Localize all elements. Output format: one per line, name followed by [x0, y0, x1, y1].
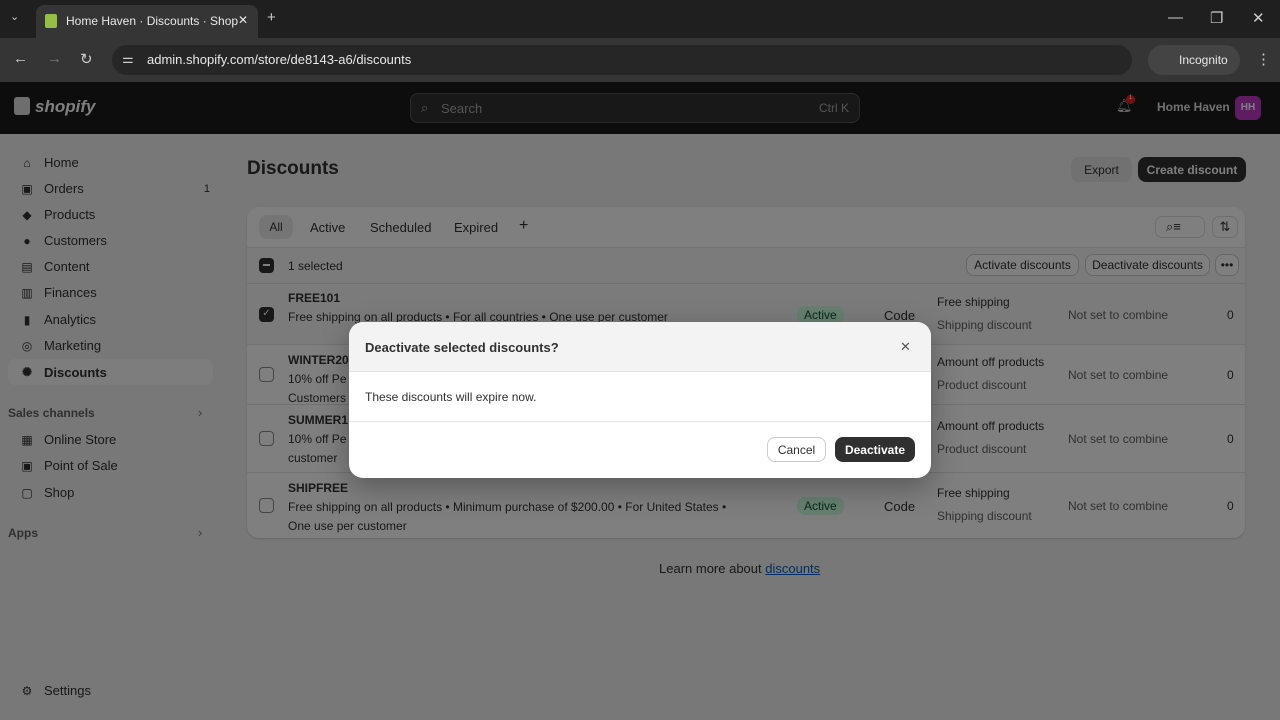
tab-list-icon[interactable]: ⌄ [10, 10, 19, 23]
modal-body: These discounts will expire now. [365, 390, 537, 404]
back-icon[interactable]: ← [13, 50, 28, 67]
cancel-button[interactable]: Cancel [767, 437, 826, 462]
shopify-favicon-icon [45, 14, 57, 28]
deactivate-button[interactable]: Deactivate [835, 437, 915, 462]
menu-icon[interactable]: ⋮ [1256, 50, 1271, 68]
reload-icon[interactable]: ↻ [80, 50, 93, 68]
incognito-badge[interactable]: Incognito [1148, 45, 1240, 75]
close-icon[interactable]: ✕ [900, 339, 911, 355]
modal-title: Deactivate selected discounts? [365, 340, 559, 355]
minimize-icon[interactable]: — [1168, 9, 1183, 26]
modal-divider [349, 421, 931, 422]
incognito-label: Incognito [1179, 53, 1228, 67]
modal-header: Deactivate selected discounts? ✕ [349, 322, 931, 372]
site-info-icon[interactable]: ⚌ [122, 51, 134, 67]
tab-title: Home Haven · Discounts · Shop [66, 14, 239, 28]
close-window-icon[interactable]: ✕ [1252, 9, 1265, 27]
forward-icon[interactable]: → [47, 50, 62, 67]
url-bar[interactable]: ⚌ admin.shopify.com/store/de8143-a6/disc… [112, 45, 1132, 75]
new-tab-icon[interactable]: + [267, 9, 276, 26]
deactivate-modal: Deactivate selected discounts? ✕ These d… [349, 322, 931, 478]
browser-tab-bar: ⌄ Home Haven · Discounts · Shop ✕ + — ❐ … [0, 0, 1280, 38]
close-tab-icon[interactable]: ✕ [238, 13, 248, 27]
browser-tab[interactable]: Home Haven · Discounts · Shop ✕ [36, 5, 258, 38]
restore-icon[interactable]: ❐ [1210, 9, 1223, 27]
url-text: admin.shopify.com/store/de8143-a6/discou… [147, 52, 412, 67]
